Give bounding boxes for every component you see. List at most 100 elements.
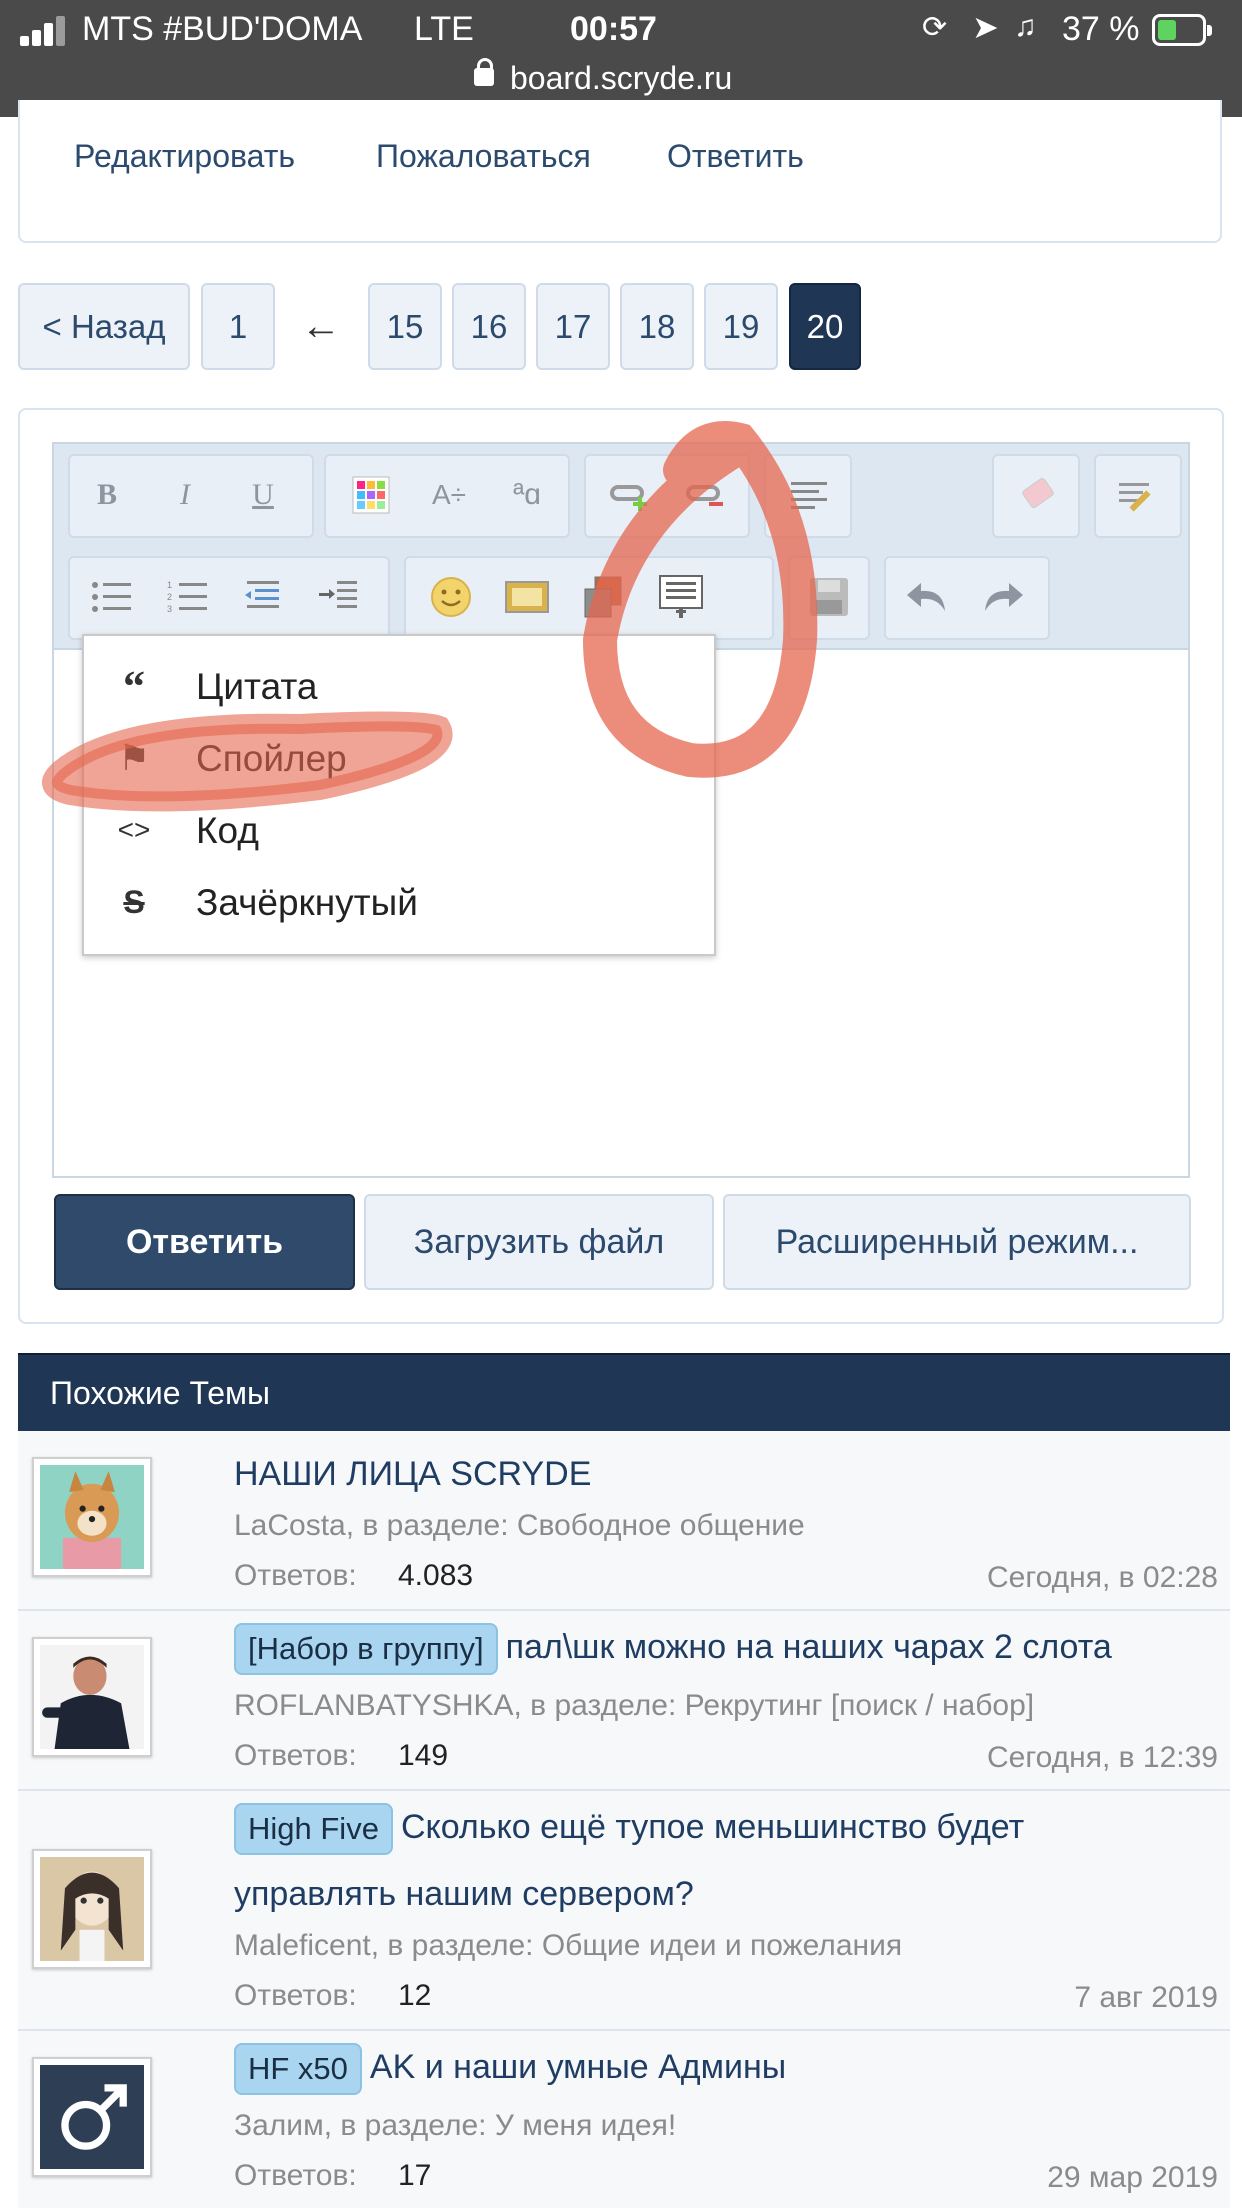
avatar[interactable] (32, 1849, 152, 1969)
dropdown-item-strikethrough[interactable]: S Зачёркнутый (84, 870, 714, 940)
replies-label: Ответов: (234, 2159, 357, 2192)
outdent-icon[interactable] (236, 570, 290, 624)
thread-date: Сегодня, в 12:39 (987, 1741, 1218, 1774)
svg-text:2: 2 (167, 592, 172, 602)
insert-image-icon[interactable] (500, 570, 554, 624)
battery-percent: 37 % (1062, 10, 1140, 48)
avatar[interactable] (32, 2057, 152, 2177)
insert-media-icon[interactable] (576, 570, 630, 624)
toggle-editor-icon[interactable] (1112, 468, 1166, 522)
thread-title-link[interactable]: пал\шк можно на наших чарах 2 слота (506, 1628, 1112, 1666)
indent-icon[interactable] (312, 570, 366, 624)
bullet-list-icon[interactable] (84, 570, 138, 624)
underline-icon[interactable]: U (236, 468, 290, 522)
upload-file-button[interactable]: Загрузить файл (364, 1194, 714, 1290)
advanced-mode-button[interactable]: Расширенный режим... (723, 1194, 1191, 1290)
remove-link-icon[interactable] (680, 468, 734, 522)
dropdown-item-code[interactable]: <> Код (84, 798, 714, 868)
similar-threads-title: Похожие Темы (50, 1375, 271, 1411)
replies-count: 17 (398, 2159, 432, 2192)
thread-date: 7 авг 2019 (1074, 1981, 1218, 2014)
thread-title-link[interactable]: Сколько ещё тупое меньшинство будет (401, 1808, 1024, 1846)
pagination-page[interactable]: 19 (704, 283, 778, 370)
pagination-page[interactable]: 15 (368, 283, 442, 370)
text-color-icon[interactable] (344, 468, 398, 522)
avatar[interactable] (32, 1457, 152, 1577)
thread-row[interactable]: HF x50 AK и наши умные Админы Залим, в ра… (18, 2031, 1230, 2208)
pagination-prev[interactable]: < Назад (18, 283, 190, 370)
insert-dropdown-menu: “ Цитата ⚑ Спойлер <> Код S Зачёркнутый (82, 634, 716, 956)
thread-date: 29 мар 2019 (1047, 2161, 1218, 2194)
code-icon: <> (117, 814, 151, 845)
replies-count: 4.083 (398, 1559, 474, 1592)
avatar[interactable] (32, 1637, 152, 1757)
lock-shackle (477, 58, 493, 73)
thread-date: Сегодня, в 02:28 (987, 1561, 1218, 1594)
thread-prefix-badge[interactable]: [Набор в группу] (234, 1623, 498, 1675)
dropdown-item-spoiler[interactable]: ⚑ Спойлер (84, 726, 714, 796)
signal-icon (20, 16, 65, 46)
insert-link-icon[interactable] (604, 468, 658, 522)
thread-meta: Maleficent, в разделе: Общие идеи и поже… (234, 1929, 903, 1962)
network-label: LTE (414, 10, 474, 48)
thread-row[interactable]: НАШИ ЛИЦА SCRYDE LaCosta, в разделе: Сво… (18, 1431, 1230, 1611)
replies-count: 12 (398, 1979, 432, 2012)
pagination-jump-arrow[interactable]: ← (284, 283, 358, 370)
carrier-label: MTS #BUD'DOMA (82, 10, 363, 48)
undo-icon[interactable] (900, 570, 954, 624)
bold-icon[interactable]: B (80, 468, 134, 522)
thread-row[interactable]: High Five Сколько ещё тупое меньшинство б… (18, 1791, 1230, 2031)
editor-toolbar: B I U A÷ ªɑ 1 2 3 (52, 442, 1190, 650)
reply-link[interactable]: Ответить (667, 138, 804, 175)
dropdown-item-quote[interactable]: “ Цитата (84, 654, 714, 724)
strikethrough-icon: S (123, 883, 145, 920)
thread-prefix-badge[interactable]: High Five (234, 1803, 393, 1855)
dog-avatar-image (40, 1465, 144, 1569)
battery-icon (1152, 14, 1212, 46)
url-bar[interactable]: board.scryde.ru (510, 60, 732, 97)
spoiler-flag-icon: ⚑ (117, 737, 151, 778)
person-avatar-image (40, 1645, 144, 1749)
pagination-page[interactable]: 17 (536, 283, 610, 370)
thread-title-link-line2[interactable]: управлять нашим сервером? (234, 1875, 694, 1914)
anime-avatar-image (40, 1857, 144, 1961)
pagination-page[interactable]: 16 (452, 283, 526, 370)
numbered-list-icon[interactable]: 1 2 3 (160, 570, 214, 624)
pagination-page[interactable]: 18 (620, 283, 694, 370)
insert-block-icon[interactable] (654, 570, 708, 624)
font-size-icon[interactable]: A÷ (422, 468, 476, 522)
thread-meta: LaCosta, в разделе: Свободное общение (234, 1509, 805, 1542)
pagination-page-1[interactable]: 1 (201, 283, 275, 370)
clock: 00:57 (570, 10, 657, 48)
rotation-lock-icon: ⟳ (922, 11, 948, 44)
italic-icon[interactable]: I (158, 468, 212, 522)
align-icon[interactable] (782, 468, 836, 522)
thread-title-row: High Five Сколько ещё тупое меньшинство б… (234, 1803, 1024, 1855)
edit-link[interactable]: Редактировать (74, 138, 295, 175)
font-family-icon[interactable]: ªɑ (500, 468, 554, 522)
dropdown-item-label: Зачёркнутый (196, 882, 418, 923)
smilies-icon[interactable] (424, 570, 478, 624)
svg-text:1: 1 (167, 580, 172, 590)
dropdown-item-label: Спойлер (196, 738, 347, 779)
thread-row[interactable]: [Набор в группу] пал\шк можно на наших ча… (18, 1611, 1230, 1791)
thread-prefix-badge[interactable]: HF x50 (234, 2043, 362, 2095)
reply-submit-button[interactable]: Ответить (54, 1194, 355, 1290)
pagination-current-page[interactable]: 20 (789, 283, 861, 370)
replies-label: Ответов: (234, 1739, 357, 1772)
quote-icon: “ (123, 661, 145, 711)
dropdown-item-label: Цитата (196, 666, 318, 707)
report-link[interactable]: Пожаловаться (376, 138, 591, 175)
thread-title-row: [Набор в группу] пал\шк можно на наших ча… (234, 1623, 1112, 1675)
headphones-icon: ♫ (1014, 10, 1037, 43)
save-draft-icon[interactable] (802, 570, 856, 624)
remove-format-icon[interactable] (1010, 468, 1064, 522)
thread-meta: ROFLANBATYSHKA, в разделе: Рекрутинг [по… (234, 1689, 1035, 1722)
thread-title-link[interactable]: НАШИ ЛИЦА SCRYDE (234, 1455, 591, 1494)
replies-label: Ответов: (234, 1559, 357, 1592)
redo-icon[interactable] (976, 570, 1030, 624)
similar-threads-header: Похожие Темы (18, 1353, 1230, 1431)
dropdown-item-label: Код (196, 810, 259, 851)
male-symbol-avatar-icon (40, 2065, 144, 2169)
thread-title-link[interactable]: AK и наши умные Админы (370, 2048, 786, 2086)
